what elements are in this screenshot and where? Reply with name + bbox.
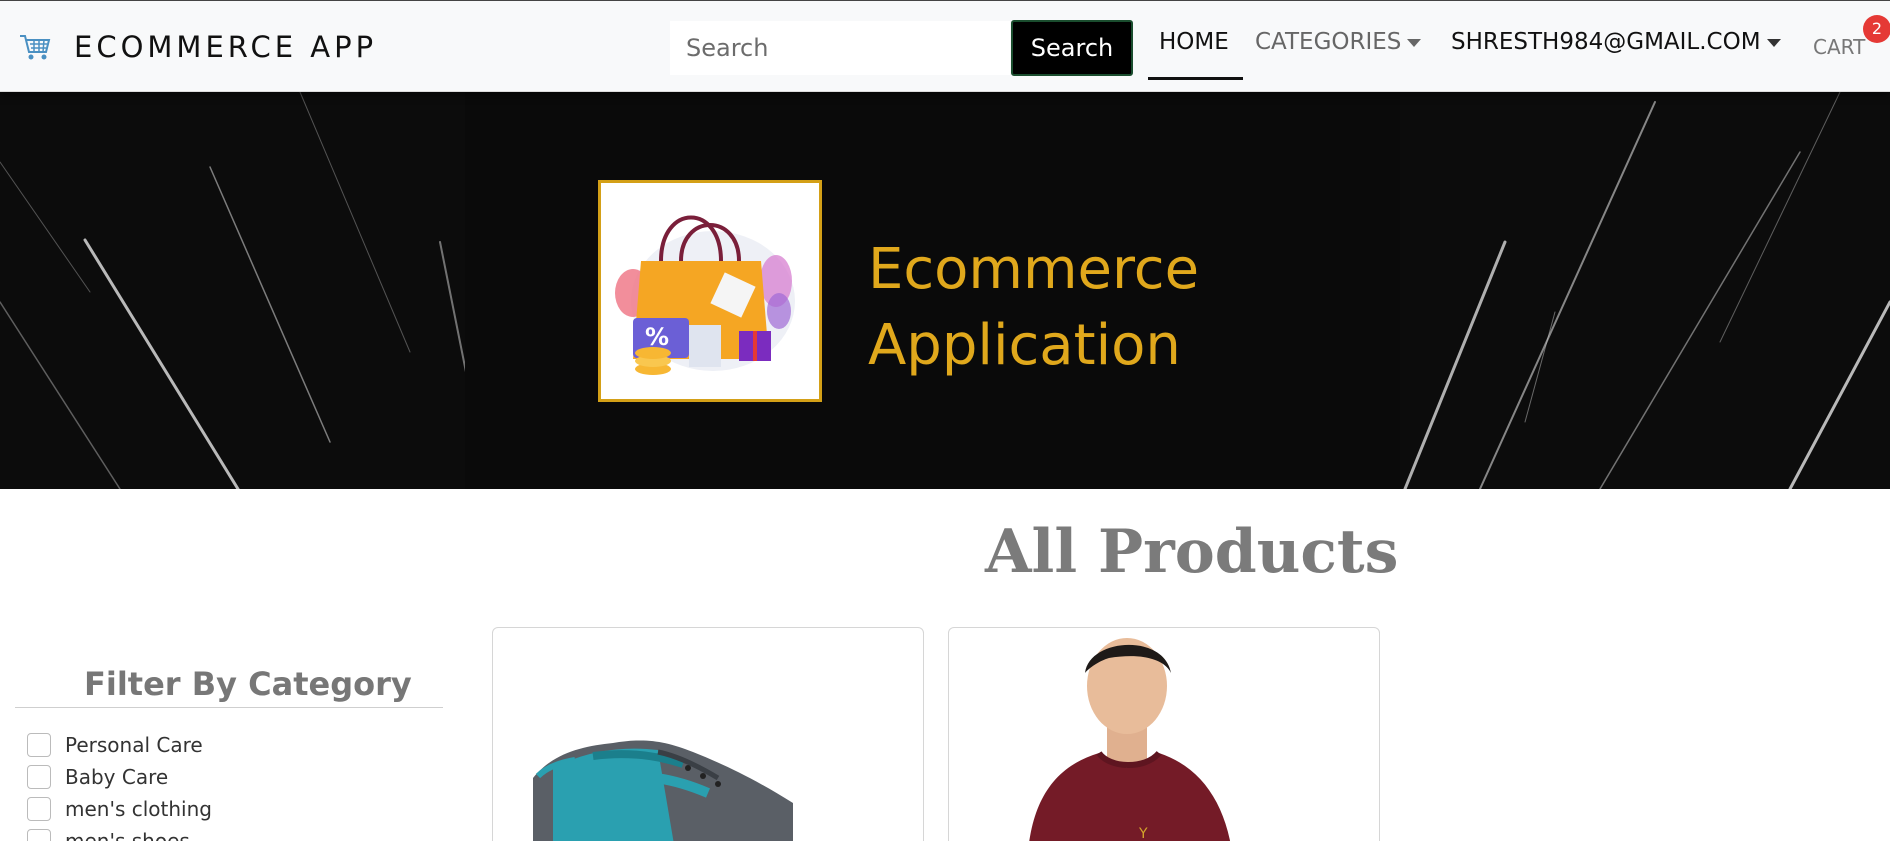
filter-item-baby-care[interactable]: Baby Care	[27, 761, 212, 793]
checkbox[interactable]	[27, 829, 51, 841]
nav-user-label: SHRESTH984@GMAIL.COM	[1451, 29, 1761, 55]
hero-banner: % Ecommerce Application	[0, 92, 1890, 489]
checkbox[interactable]	[27, 733, 51, 757]
chevron-down-icon	[1766, 38, 1781, 47]
checkbox[interactable]	[27, 765, 51, 789]
category-filter-list: Personal Care Baby Care men's clothing m…	[27, 729, 212, 841]
search-input[interactable]	[670, 21, 1010, 75]
brand[interactable]: ECOMMERCE APP	[18, 27, 377, 67]
nav-home-link[interactable]: HOME	[1159, 29, 1229, 55]
product-card[interactable]	[492, 627, 924, 841]
shopping-bag-icon: %	[598, 180, 822, 402]
filter-title: Filter By Category	[84, 665, 412, 703]
checkbox[interactable]	[27, 797, 51, 821]
sports-shoe-image	[533, 740, 793, 841]
svg-text:%: %	[645, 323, 669, 351]
filter-item-label: men's shoes	[65, 829, 190, 841]
filter-item-mens-clothing[interactable]: men's clothing	[27, 793, 212, 825]
filter-item-mens-shoes[interactable]: men's shoes	[27, 825, 212, 841]
filter-item-label: Baby Care	[65, 765, 169, 789]
maroon-sweatshirt-image: Y	[1029, 638, 1231, 841]
nav-categories-label: CATEGORIES	[1255, 29, 1402, 55]
filter-item-label: Personal Care	[65, 733, 203, 757]
cart-icon	[20, 35, 51, 60]
active-nav-underline	[1148, 77, 1243, 80]
filter-item-personal-care[interactable]: Personal Care	[27, 729, 212, 761]
hero-title-line2: Application	[868, 313, 1181, 378]
filter-item-label: men's clothing	[65, 797, 212, 821]
filter-divider	[15, 707, 443, 708]
svg-text:Y: Y	[1138, 826, 1148, 841]
search-button[interactable]: Search	[1011, 20, 1133, 76]
product-card[interactable]: Y	[948, 627, 1380, 841]
brand-title: ECOMMERCE APP	[74, 30, 378, 64]
page-title: All Products	[985, 517, 1399, 587]
hero-title: Ecommerce Application	[868, 232, 1268, 384]
hero-title-line1: Ecommerce	[868, 237, 1200, 302]
nav-user-dropdown[interactable]: SHRESTH984@GMAIL.COM	[1451, 29, 1781, 55]
cart-count-badge: 2	[1863, 15, 1890, 43]
nav-categories-dropdown[interactable]: CATEGORIES	[1255, 29, 1422, 55]
navbar: ECOMMERCE APP Search HOME CATEGORIES SHR…	[0, 0, 1890, 92]
chevron-down-icon	[1407, 38, 1422, 47]
nav-cart-link[interactable]: CART	[1813, 35, 1865, 59]
